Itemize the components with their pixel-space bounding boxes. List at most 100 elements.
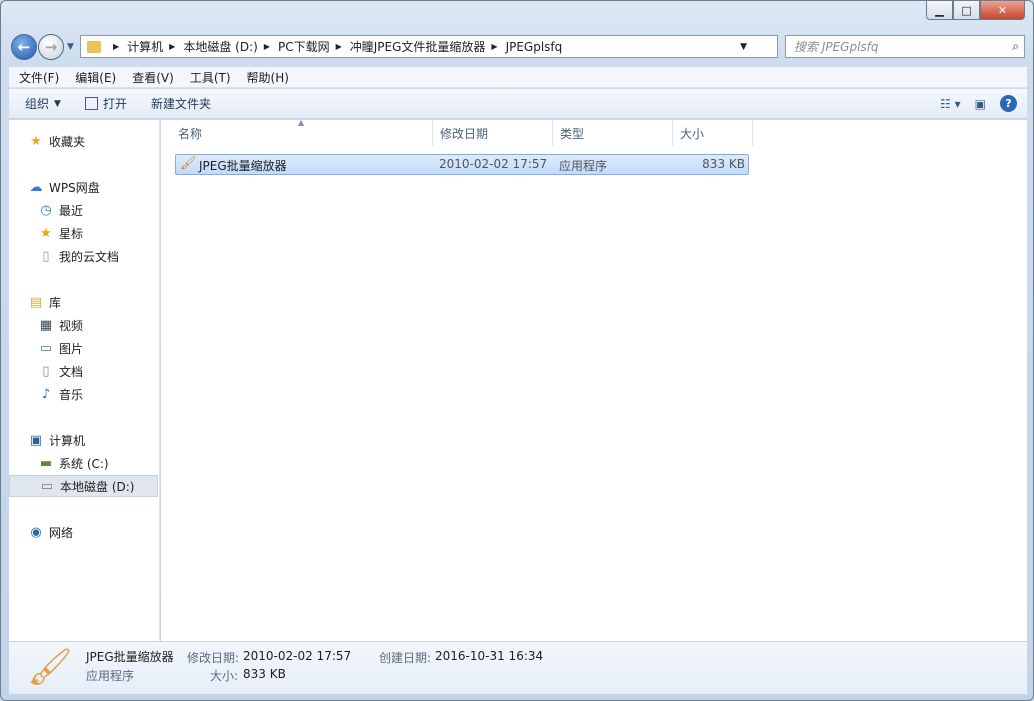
sidebar-label: 音乐 <box>59 387 84 402</box>
sidebar-item-recent[interactable]: ◷ 最近 <box>38 200 83 220</box>
details-modified: 2010-02-02 17:57 <box>243 649 352 663</box>
folder-icon <box>87 40 101 53</box>
details-created: 2016-10-31 16:34 <box>435 649 544 663</box>
sidebar-label: 系统 (C:) <box>59 456 109 471</box>
breadcrumb-current[interactable]: JPEGplsfq <box>506 40 563 54</box>
video-icon: ▦ <box>39 317 53 333</box>
forward-button[interactable]: → <box>38 34 64 60</box>
app-brush-icon: 🖌 <box>27 647 73 688</box>
sidebar-item-computer[interactable]: ▣ 计算机 <box>28 430 85 450</box>
menu-tools[interactable]: 工具(T) <box>180 69 239 86</box>
sidebar-label: 文档 <box>59 364 84 379</box>
music-icon: ♪ <box>41 386 51 402</box>
network-icon: ◉ <box>30 524 42 540</box>
file-size: 833 KB <box>702 157 745 171</box>
close-button[interactable]: ✕ <box>980 1 1025 20</box>
star-icon: ★ <box>40 225 52 241</box>
menu-edit[interactable]: 编辑(E) <box>65 69 124 86</box>
minimize-button[interactable]: ▁ <box>926 1 953 20</box>
open-label: 打开 <box>102 97 127 111</box>
sidebar-label: 图片 <box>59 341 84 356</box>
sidebar-label: 库 <box>49 295 62 310</box>
details-type: 应用程序 <box>86 669 135 683</box>
sidebar-label: 最近 <box>59 203 84 218</box>
explorer-window: ▁ □ ✕ ← → ▼ ▶ 计算机 ▶ 本地磁盘 (D:) ▶ PC下载网 ▶ 冲瞳J… <box>0 0 1034 701</box>
details-modified-label: 修改日期: <box>187 651 240 665</box>
sidebar-label: 网络 <box>49 525 74 540</box>
search-input[interactable]: 搜索 JPEGplsfq ⌕ <box>785 35 1025 58</box>
sidebar-label: 计算机 <box>49 433 86 448</box>
file-type: 应用程序 <box>559 159 608 173</box>
document-icon: ▯ <box>42 248 50 264</box>
column-header-size[interactable]: 大小 <box>673 120 753 146</box>
back-button[interactable]: ← <box>11 34 37 60</box>
chevron-right-icon[interactable]: ▶ <box>264 42 270 51</box>
address-bar[interactable]: ▶ 计算机 ▶ 本地磁盘 (D:) ▶ PC下载网 ▶ 冲瞳JPEG文件批量缩放器 ▶ … <box>80 35 798 58</box>
breadcrumb-pc-download[interactable]: PC下载网 <box>278 38 330 55</box>
command-bar: 组织 ▼ 打开 新建文件夹 ☷ ▾ ▣ ? <box>9 89 1027 119</box>
file-name: JPEG批量缩放器 <box>199 159 287 173</box>
sidebar-item-starred[interactable]: ★ 星标 <box>38 223 83 243</box>
document-icon: ▯ <box>42 363 50 379</box>
breadcrumb-drive-d[interactable]: 本地磁盘 (D:) <box>183 38 257 55</box>
sidebar-item-documents[interactable]: ▯ 文档 <box>38 361 83 381</box>
file-modified: 2010-02-02 17:57 <box>439 157 548 171</box>
sidebar-item-drive-c[interactable]: ▬ 系统 (C:) <box>38 453 109 473</box>
drive-icon: ▭ <box>40 478 54 494</box>
sidebar-label: 星标 <box>59 226 84 241</box>
sidebar-item-drive-d[interactable]: ▭ 本地磁盘 (D:) <box>9 475 158 497</box>
details-size: 833 KB <box>243 667 286 681</box>
organize-button[interactable]: 组织 ▼ <box>17 92 69 116</box>
recent-pages-dropdown[interactable]: ▼ <box>67 42 74 52</box>
file-list: ▲ 名称 修改日期 类型 大小 🖌 JPEG批量缩放器 2010-02-02 1… <box>161 118 1027 641</box>
sidebar-label: 我的云文档 <box>59 249 120 264</box>
sidebar-item-wps[interactable]: ☁ WPS网盘 <box>28 177 100 197</box>
details-pane: 🖌 JPEG批量缩放器 应用程序 修改日期: 2010-02-02 17:57 … <box>9 641 1027 694</box>
details-created-label: 创建日期: <box>379 651 432 665</box>
sidebar-item-music[interactable]: ♪ 音乐 <box>38 384 83 404</box>
computer-icon: ▣ <box>29 432 43 448</box>
maximize-button[interactable]: □ <box>953 1 980 20</box>
sidebar-item-videos[interactable]: ▦ 视频 <box>38 315 83 335</box>
sidebar-item-libraries[interactable]: ▤ 库 <box>28 292 61 312</box>
sidebar-item-network[interactable]: ◉ 网络 <box>28 522 73 542</box>
menu-file[interactable]: 文件(F) <box>9 69 67 86</box>
picture-icon: ▭ <box>39 340 53 356</box>
help-icon[interactable]: ? <box>1000 95 1017 112</box>
app-brush-icon: 🖌 <box>180 156 197 171</box>
search-icon[interactable]: ⌕ <box>1012 39 1019 54</box>
sidebar-item-pictures[interactable]: ▭ 图片 <box>38 338 83 358</box>
library-icon: ▤ <box>29 294 43 310</box>
sidebar-label: WPS网盘 <box>49 180 100 195</box>
menu-help[interactable]: 帮助(H) <box>237 69 297 86</box>
chevron-right-icon[interactable]: ▶ <box>113 42 119 51</box>
navigation-pane: ★ 收藏夹 ☁ WPS网盘 ◷ 最近 ★ 星标 ▯ 我的云文档 ▤ 库 ▦ 视频 ▭ 图片 ▯ 文… <box>9 120 160 641</box>
chevron-right-icon[interactable]: ▶ <box>169 42 175 51</box>
chevron-down-icon: ▼ <box>54 98 61 109</box>
details-size-label: 大小: <box>210 669 239 683</box>
star-icon: ★ <box>30 133 42 149</box>
search-placeholder: 搜索 JPEGplsfq <box>794 40 879 54</box>
chevron-right-icon[interactable]: ▶ <box>336 42 342 51</box>
breadcrumb-app-folder[interactable]: 冲瞳JPEG文件批量缩放器 <box>350 38 486 55</box>
sidebar-label: 本地磁盘 (D:) <box>60 479 135 494</box>
cloud-icon: ☁ <box>29 179 43 195</box>
open-button[interactable]: 打开 <box>77 92 135 116</box>
column-header-type[interactable]: 类型 <box>553 120 673 146</box>
sidebar-label: 视频 <box>59 318 84 333</box>
new-folder-button[interactable]: 新建文件夹 <box>143 92 219 116</box>
column-header-modified[interactable]: 修改日期 <box>433 120 553 146</box>
address-dropdown-icon[interactable]: ▼ <box>740 42 747 52</box>
column-header-name[interactable]: 名称 <box>171 120 433 146</box>
sidebar-item-cloud-docs[interactable]: ▯ 我的云文档 <box>38 246 119 266</box>
file-row[interactable]: 🖌 JPEG批量缩放器 2010-02-02 17:57 应用程序 833 KB <box>175 154 749 175</box>
open-icon <box>84 97 98 110</box>
details-name: JPEG批量缩放器 <box>86 650 174 664</box>
view-options-icon[interactable]: ☷ ▾ <box>940 97 961 111</box>
preview-pane-icon[interactable]: ▣ <box>975 97 986 111</box>
chevron-right-icon[interactable]: ▶ <box>491 42 497 51</box>
sidebar-item-favorites[interactable]: ★ 收藏夹 <box>28 131 85 151</box>
menu-bar: 文件(F) 编辑(E) 查看(V) 工具(T) 帮助(H) <box>9 67 1027 88</box>
breadcrumb-computer[interactable]: 计算机 <box>127 38 163 55</box>
menu-view[interactable]: 查看(V) <box>122 69 182 86</box>
